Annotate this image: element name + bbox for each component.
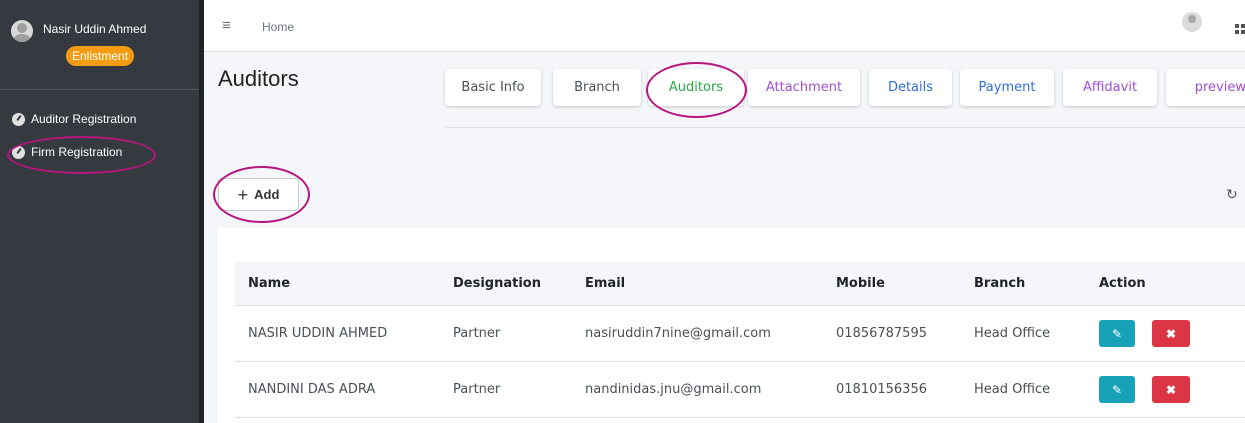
tab-basic-info[interactable]: Basic Info	[445, 69, 541, 106]
top-navbar: ≡ Home	[204, 0, 1245, 52]
user-panel: Nasir Uddin Ahmed Enlistment	[0, 0, 199, 90]
tabs-divider	[445, 127, 1245, 128]
edit-icon: ✎	[1111, 326, 1123, 341]
cell-designation: Partner	[453, 382, 501, 397]
enlistment-badge: Enlistment	[66, 46, 135, 66]
column-header-action: Action	[1099, 276, 1146, 291]
sidebar-item-firm-registration[interactable]: Firm Registration	[12, 145, 122, 159]
table-row: NASIR UDDIN AHMED Partner nasiruddin7nin…	[235, 306, 1245, 362]
sidebar-item-label: Firm Registration	[31, 145, 123, 159]
tab-payment[interactable]: Payment	[960, 69, 1054, 106]
cell-mobile: 01810156356	[836, 382, 927, 397]
tab-label: Affidavit	[1082, 80, 1138, 95]
tab-label: Details	[887, 80, 934, 95]
tab-branch[interactable]: Branch	[553, 69, 641, 106]
close-icon: ✖	[1165, 326, 1177, 341]
column-header-branch: Branch	[974, 276, 1026, 291]
tab-preview[interactable]: preview	[1166, 69, 1245, 106]
cell-name: NASIR UDDIN AHMED	[248, 326, 388, 341]
menu-icon[interactable]: ≡	[222, 17, 231, 34]
add-auditor-button[interactable]: + Add	[218, 178, 299, 211]
table-header: Name Designation Email Mobile Branch Act…	[235, 262, 1245, 306]
cell-email: nandinidas.jnu@gmail.com	[585, 382, 762, 397]
sidebar-item-label: Auditor Registration	[31, 112, 137, 126]
delete-button[interactable]: ✖	[1152, 320, 1190, 347]
edit-button[interactable]: ✎	[1099, 320, 1135, 347]
sidebar: Nasir Uddin Ahmed Enlistment Auditor Reg…	[0, 0, 204, 423]
profile-avatar-icon[interactable]	[1182, 12, 1202, 32]
home-link[interactable]: Home	[262, 20, 294, 34]
table-row: NANDINI DAS ADRA Partner nandinidas.jnu@…	[235, 362, 1245, 418]
column-header-mobile: Mobile	[836, 276, 885, 291]
cell-designation: Partner	[453, 326, 501, 341]
tab-label: Auditors	[668, 80, 724, 95]
cell-branch: Head Office	[974, 326, 1051, 341]
tab-label: Branch	[574, 80, 620, 95]
tab-details[interactable]: Details	[869, 69, 952, 106]
apps-grid-icon[interactable]	[1235, 24, 1245, 34]
column-header-name: Name	[248, 276, 291, 291]
add-button-label: Add	[254, 187, 280, 202]
tab-attachment[interactable]: Attachment	[748, 69, 860, 106]
tab-auditors[interactable]: Auditors	[648, 69, 744, 106]
column-header-designation: Designation	[453, 276, 541, 291]
sidebar-item-auditor-registration[interactable]: Auditor Registration	[12, 112, 136, 126]
cell-branch: Head Office	[974, 382, 1051, 397]
tab-affidavit[interactable]: Affidavit	[1063, 69, 1157, 106]
cell-email: nasiruddin7nine@gmail.com	[585, 326, 771, 341]
cell-name: NANDINI DAS ADRA	[248, 382, 376, 397]
plus-icon: +	[237, 184, 249, 205]
delete-button[interactable]: ✖	[1152, 376, 1190, 403]
tab-label: Basic Info	[461, 80, 525, 95]
edit-icon: ✎	[1111, 382, 1123, 397]
edit-button[interactable]: ✎	[1099, 376, 1135, 403]
user-name[interactable]: Nasir Uddin Ahmed	[43, 22, 146, 36]
column-header-email: Email	[585, 276, 626, 291]
tab-label: preview	[1194, 80, 1245, 95]
user-avatar-icon[interactable]	[11, 20, 33, 42]
tab-label: Attachment	[765, 80, 843, 95]
dashboard-gauge-icon	[12, 145, 25, 159]
close-icon: ✖	[1165, 382, 1177, 397]
tab-label: Payment	[978, 80, 1036, 95]
cell-mobile: 01856787595	[836, 326, 927, 341]
page-title: Auditors	[218, 66, 299, 91]
refresh-icon[interactable]: ↻	[1226, 186, 1238, 203]
dashboard-gauge-icon	[12, 112, 25, 126]
